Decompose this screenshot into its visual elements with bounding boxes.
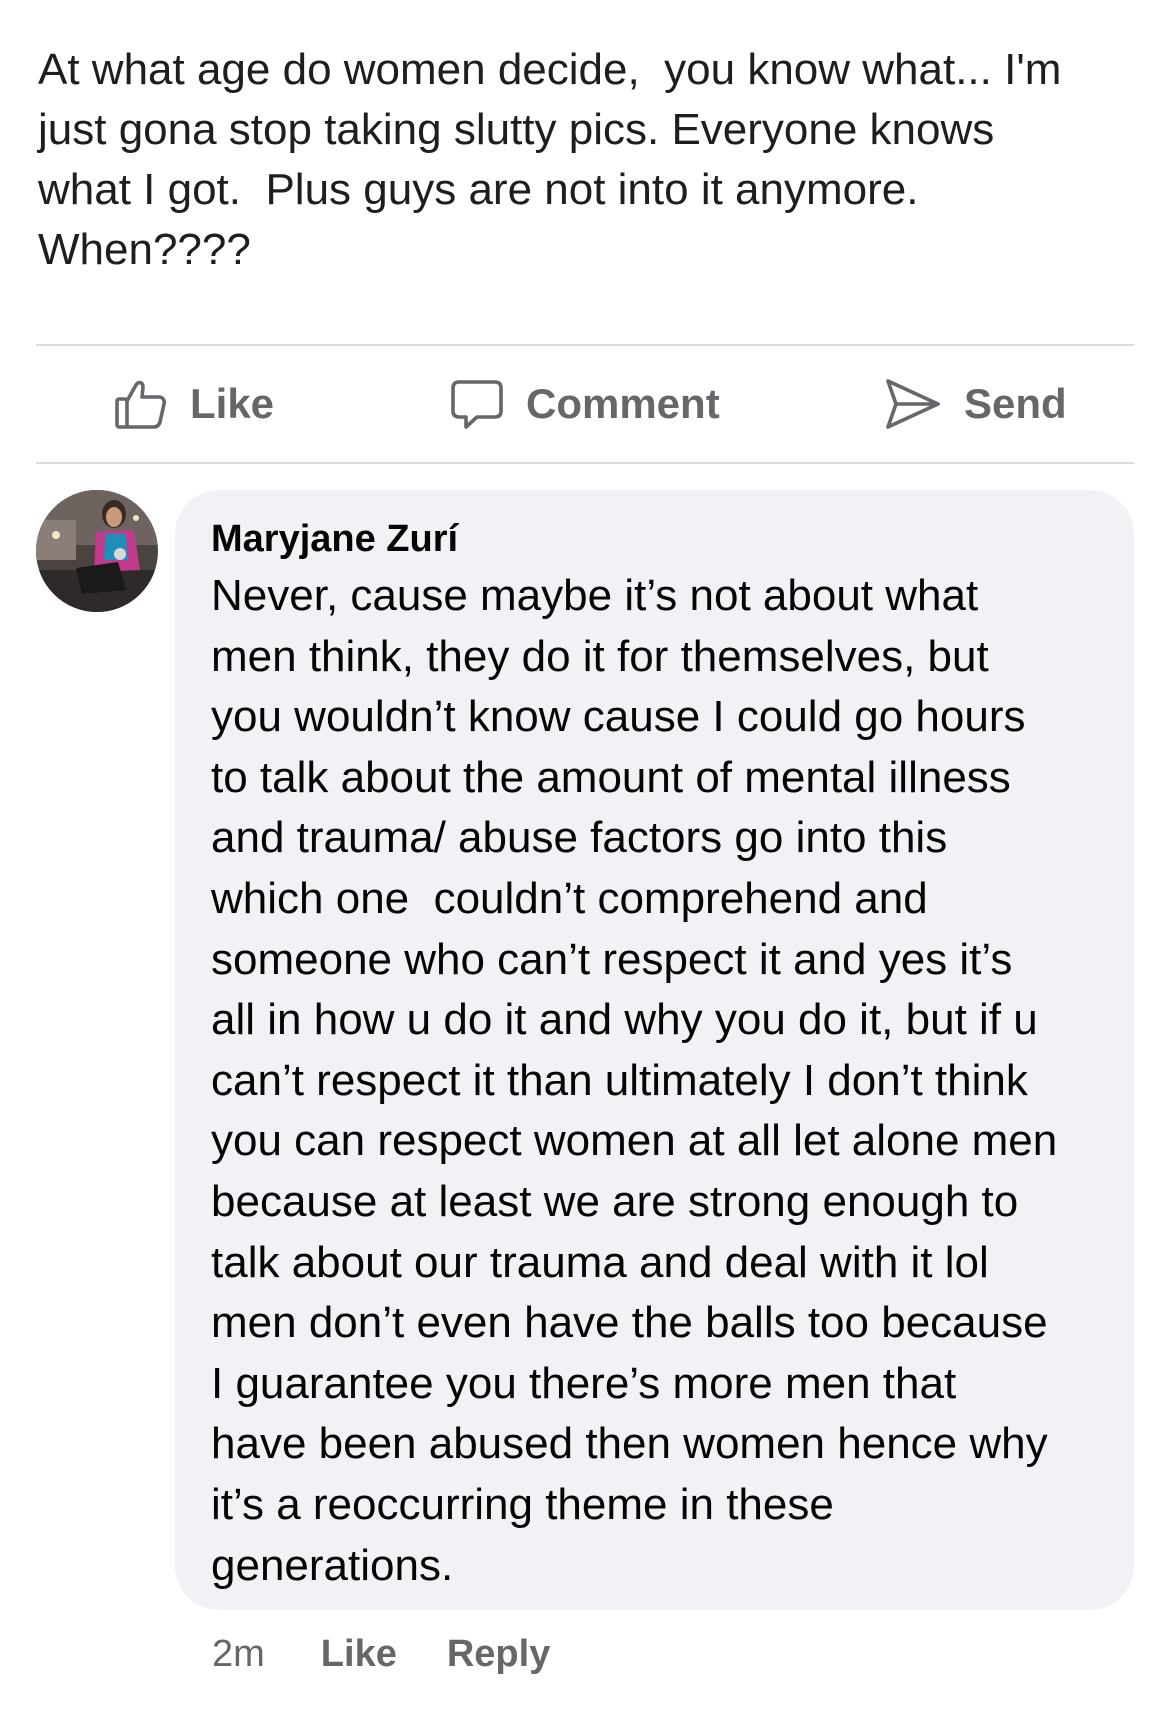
comment-timestamp[interactable]: 2m — [212, 1633, 265, 1676]
avatar[interactable] — [36, 490, 158, 612]
comment-meta: 2m Like Reply — [212, 1626, 600, 1682]
send-arrow-icon — [884, 377, 942, 431]
comment-label: Comment — [526, 380, 720, 427]
divider — [36, 462, 1134, 464]
thumbs-up-icon — [114, 377, 168, 431]
comment-button[interactable]: Comment — [450, 346, 720, 462]
post-text: At what age do women decide, you know wh… — [38, 45, 1062, 274]
send-button[interactable]: Send — [884, 346, 1067, 462]
comment-author[interactable]: Maryjane Zurí — [211, 518, 458, 561]
comment-like-button[interactable]: Like — [321, 1633, 397, 1676]
like-label: Like — [190, 380, 275, 427]
post-action-bar: Like Comment Send — [36, 346, 1134, 462]
comment-bubble: Maryjane Zurí Never, cause maybe it’s no… — [175, 490, 1134, 1610]
comment-reply-button[interactable]: Reply — [447, 1633, 550, 1676]
like-button[interactable]: Like — [114, 346, 274, 462]
comment-text: Never, cause maybe it’s not about what m… — [211, 571, 1058, 1590]
send-label: Send — [964, 380, 1067, 427]
comment-bubble-icon — [450, 377, 504, 431]
